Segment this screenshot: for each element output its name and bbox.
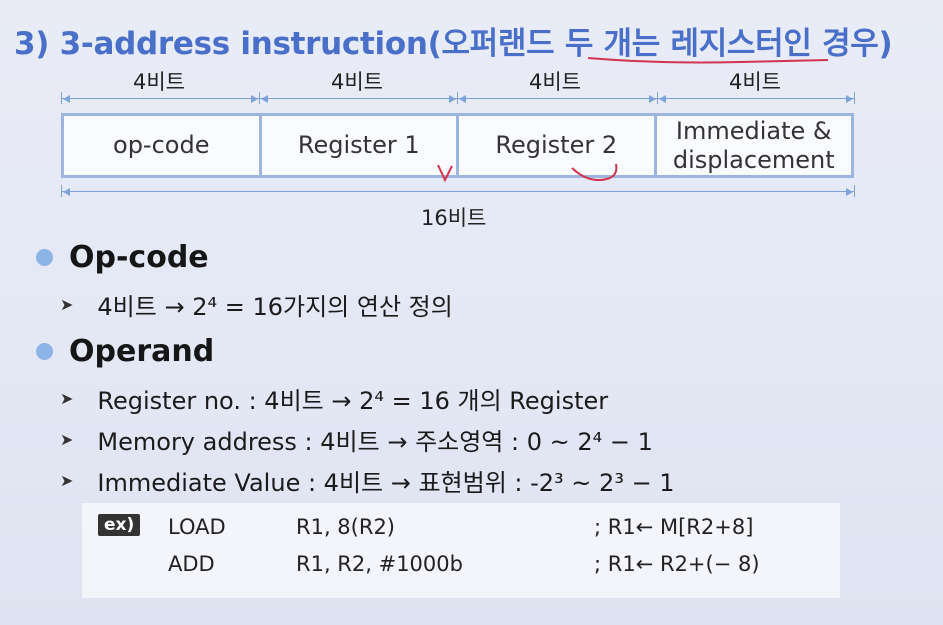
arrow-bullet-icon: ➤ [60, 389, 74, 408]
field-bits-label: 4비트 [330, 70, 383, 94]
bullet-icon [36, 249, 53, 266]
section-opcode: Op-code [36, 240, 209, 275]
example-badge: ex) [98, 514, 141, 536]
example-args: R1, R2, #1000b [296, 552, 463, 576]
list-item: ➤ Immediate Value : 4비트 → 표현범위 : -2³ ~ 2… [60, 463, 675, 498]
list-item-text: Immediate Value : 4비트 → 표현범위 : -2³ ~ 2³ … [97, 469, 675, 497]
field-register-2: Register 2 [459, 116, 657, 175]
example-comment: ; R1← M[R2+8] [594, 515, 754, 539]
section-operand: Operand [36, 334, 214, 369]
section-heading: Operand [69, 334, 215, 369]
slide-title: 3) 3-address instruction(오퍼랜드 두 개는 레지스터인… [14, 26, 893, 62]
list-item-text: Register no. : 4비트 → 2⁴ = 16 개의 Register [97, 387, 609, 415]
bullet-icon [36, 343, 53, 360]
total-bits-label: 16비트 [421, 206, 487, 230]
field-bits-label: 4비트 [132, 70, 185, 94]
example-op: ADD [168, 552, 215, 576]
field-immediate: Immediate & displacement [672, 116, 835, 174]
example-comment: ; R1← R2+(− 8) [594, 552, 760, 576]
field-bits-label: 4비트 [528, 70, 581, 94]
list-item: ➤ 4비트 → 2⁴ = 16가지의 연산 정의 [60, 287, 453, 322]
field-bits-label: 4비트 [728, 70, 781, 94]
list-item: ➤ Memory address : 4비트 → 주소영역 : 0 ~ 2⁴ −… [60, 422, 653, 457]
list-item: ➤ Register no. : 4비트 → 2⁴ = 16 개의 Regist… [60, 381, 608, 416]
field-opcode: op-code [64, 116, 262, 175]
example-args: R1, 8(R2) [296, 515, 396, 539]
list-item-text: Memory address : 4비트 → 주소영역 : 0 ~ 2⁴ − 1 [97, 428, 653, 456]
example-box: ex) LOAD R1, 8(R2) ; R1← M[R2+8] ADD R1,… [82, 503, 840, 598]
arrow-bullet-icon: ➤ [60, 471, 74, 490]
instruction-format: op-code Register 1 Register 2 Immediate … [61, 113, 854, 178]
field-register-1: Register 1 [262, 116, 459, 175]
arrow-bullet-icon: ➤ [60, 430, 74, 449]
example-op: LOAD [168, 515, 226, 539]
section-heading: Op-code [69, 240, 209, 275]
arrow-bullet-icon: ➤ [60, 295, 74, 314]
list-item-text: 4비트 → 2⁴ = 16가지의 연산 정의 [97, 293, 453, 321]
